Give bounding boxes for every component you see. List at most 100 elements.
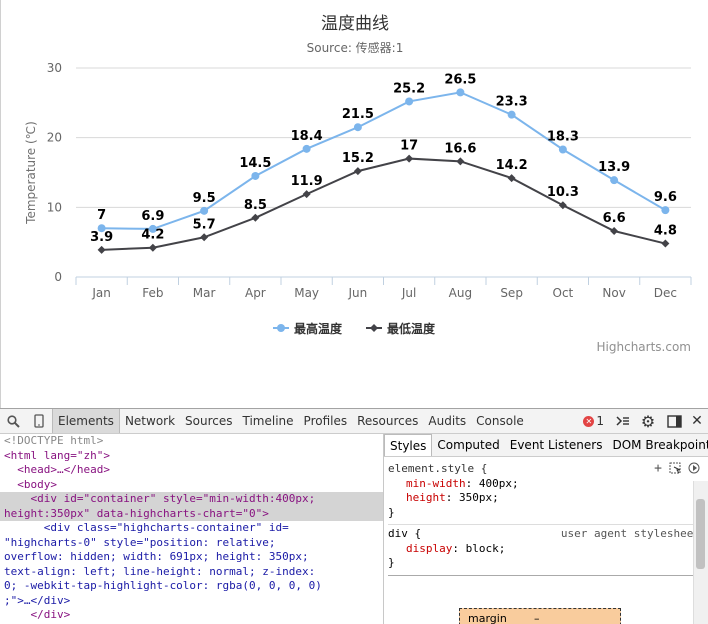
dom-node-line[interactable]: <div class="highcharts-container" id=	[0, 521, 383, 536]
data-label: 14.2	[496, 158, 528, 173]
y-tick-label: 10	[47, 200, 62, 214]
data-point	[405, 97, 414, 106]
x-tick-label: Dec	[654, 286, 677, 300]
data-point	[200, 233, 209, 242]
data-label: 17	[400, 139, 418, 154]
x-tick-label: Apr	[245, 286, 266, 300]
data-point	[610, 176, 619, 185]
rule-close-brace: }	[388, 556, 395, 569]
dom-node-line[interactable]: height:350px" data-highcharts-chart="0">	[0, 506, 383, 521]
error-counter[interactable]: ✕ 1	[583, 414, 604, 428]
data-point	[507, 110, 516, 119]
data-point	[661, 206, 670, 215]
close-icon[interactable]: ✕	[686, 409, 708, 433]
css-property-value[interactable]: 400px;	[479, 477, 519, 490]
data-label: 13.9	[598, 160, 630, 175]
data-label: 6.9	[141, 209, 164, 224]
subtab-computed[interactable]: Computed	[432, 434, 504, 456]
data-label: 8.5	[244, 198, 267, 213]
devtools-tab-bar: Elements Network Sources Timeline Profiles Re…	[52, 409, 529, 433]
dom-node-line[interactable]: <head>…</head>	[0, 463, 383, 478]
y-tick-label: 0	[54, 270, 62, 284]
devtools-toolbar: Elements Network Sources Timeline Profiles Re…	[0, 409, 708, 434]
device-mode-icon[interactable]	[26, 409, 52, 433]
data-point	[456, 157, 465, 166]
subtab-event-listeners[interactable]: Event Listeners	[505, 434, 608, 456]
dom-node-line[interactable]: <div id="container" style="min-width:400…	[0, 492, 383, 507]
dom-node-line[interactable]: 0; -webkit-tap-highlight-color: rgba(0, …	[0, 579, 383, 594]
x-tick-label: Jan	[91, 286, 111, 300]
css-property-name[interactable]: min-width	[406, 477, 466, 490]
data-label: 18.3	[547, 130, 579, 145]
css-property-value[interactable]: block;	[466, 542, 506, 555]
subtab-styles[interactable]: Styles	[384, 434, 433, 456]
scrollbar-thumb[interactable]	[696, 499, 705, 569]
tab-timeline[interactable]: Timeline	[238, 409, 299, 433]
dom-node-line[interactable]: </div>	[0, 608, 383, 623]
tab-audits[interactable]: Audits	[423, 409, 471, 433]
dock-side-icon[interactable]	[662, 409, 686, 433]
legend-item[interactable]: 最低温度	[387, 321, 436, 336]
credits-link[interactable]: Highcharts.com	[597, 340, 691, 354]
chart-area: 温度曲线 Source: 传感器:1 0 10 20 30 Jan Feb Mar Apr May J…	[0, 0, 708, 408]
tab-profiles[interactable]: Profiles	[299, 409, 353, 433]
dom-node-line[interactable]: <body>	[0, 478, 383, 493]
data-point	[200, 206, 209, 215]
dom-tree[interactable]: <!DOCTYPE html> <html lang="zh"> <head>…<…	[0, 434, 384, 624]
new-style-rule-icon[interactable]: +	[654, 461, 662, 479]
dom-node-line[interactable]: <html lang="zh">	[0, 449, 383, 464]
css-property-value[interactable]: 350px;	[459, 491, 499, 504]
animation-icon[interactable]	[688, 462, 700, 479]
y-tick-label: 30	[47, 61, 62, 75]
data-point	[302, 144, 311, 153]
data-label: 3.9	[90, 230, 113, 245]
tab-console[interactable]: Console	[471, 409, 529, 433]
data-point	[558, 201, 567, 210]
console-drawer-icon[interactable]	[612, 409, 634, 433]
css-property-row[interactable]: height: 350px;	[388, 491, 704, 506]
css-property-row[interactable]: min-width: 400px;	[388, 477, 704, 492]
x-tick-label: Aug	[449, 286, 472, 300]
dom-node-line[interactable]: overflow: hidden; width: 691px; height: …	[0, 550, 383, 565]
chart-subtitle: Source: 传感器:1	[307, 40, 404, 55]
rule-close-brace: }	[388, 505, 395, 519]
data-point	[456, 88, 465, 97]
data-point	[405, 154, 414, 163]
css-property-name[interactable]: height	[406, 491, 446, 504]
element-state-icon[interactable]	[669, 462, 681, 479]
element-style-rule: element.style { + min-width: 400px; heigh…	[388, 460, 704, 525]
css-colon: :	[465, 476, 479, 490]
tab-network[interactable]: Network	[120, 409, 180, 433]
css-property-name[interactable]: display	[406, 542, 452, 555]
styles-sidebar: Styles Computed Event Listeners DOM Breakpo…	[384, 434, 708, 624]
subtab-dom-breakpoints[interactable]: DOM Breakpoints	[607, 434, 708, 456]
css-property-row[interactable]: display: block;	[388, 542, 704, 557]
data-point	[353, 167, 362, 176]
data-label: 9.5	[193, 191, 216, 206]
legend-marker	[370, 324, 378, 332]
data-point	[353, 123, 362, 132]
error-count: 1	[596, 414, 604, 428]
data-point	[251, 171, 260, 180]
styles-subtab-bar: Styles Computed Event Listeners DOM Breakpo…	[384, 434, 708, 457]
ua-style-rule: div { user agent stylesheet display: blo…	[388, 525, 704, 576]
dom-node-line[interactable]: ;">…</div>	[0, 594, 383, 609]
legend-item[interactable]: 最高温度	[294, 321, 343, 336]
tab-sources[interactable]: Sources	[180, 409, 237, 433]
gear-icon[interactable]: ⚙	[634, 409, 662, 433]
styles-rules: element.style { + min-width: 400px; heigh…	[384, 457, 708, 579]
css-colon: :	[452, 541, 466, 555]
search-icon[interactable]	[0, 409, 26, 433]
data-point	[302, 190, 311, 199]
tab-elements[interactable]: Elements	[52, 409, 120, 433]
dom-node-line[interactable]: text-align: left; line-height: normal; z…	[0, 565, 383, 580]
dom-node-line[interactable]: <!DOCTYPE html>	[0, 434, 383, 449]
styles-scrollbar[interactable]	[693, 481, 708, 624]
dom-node-line[interactable]: "highcharts-0" style="position: relative…	[0, 536, 383, 551]
data-label: 26.5	[444, 72, 476, 87]
error-icon: ✕	[583, 415, 595, 427]
data-point	[558, 145, 567, 154]
tab-resources[interactable]: Resources	[352, 409, 423, 433]
y-axis-label: Temperature (℃)	[24, 121, 38, 225]
data-label: 4.8	[654, 224, 677, 239]
